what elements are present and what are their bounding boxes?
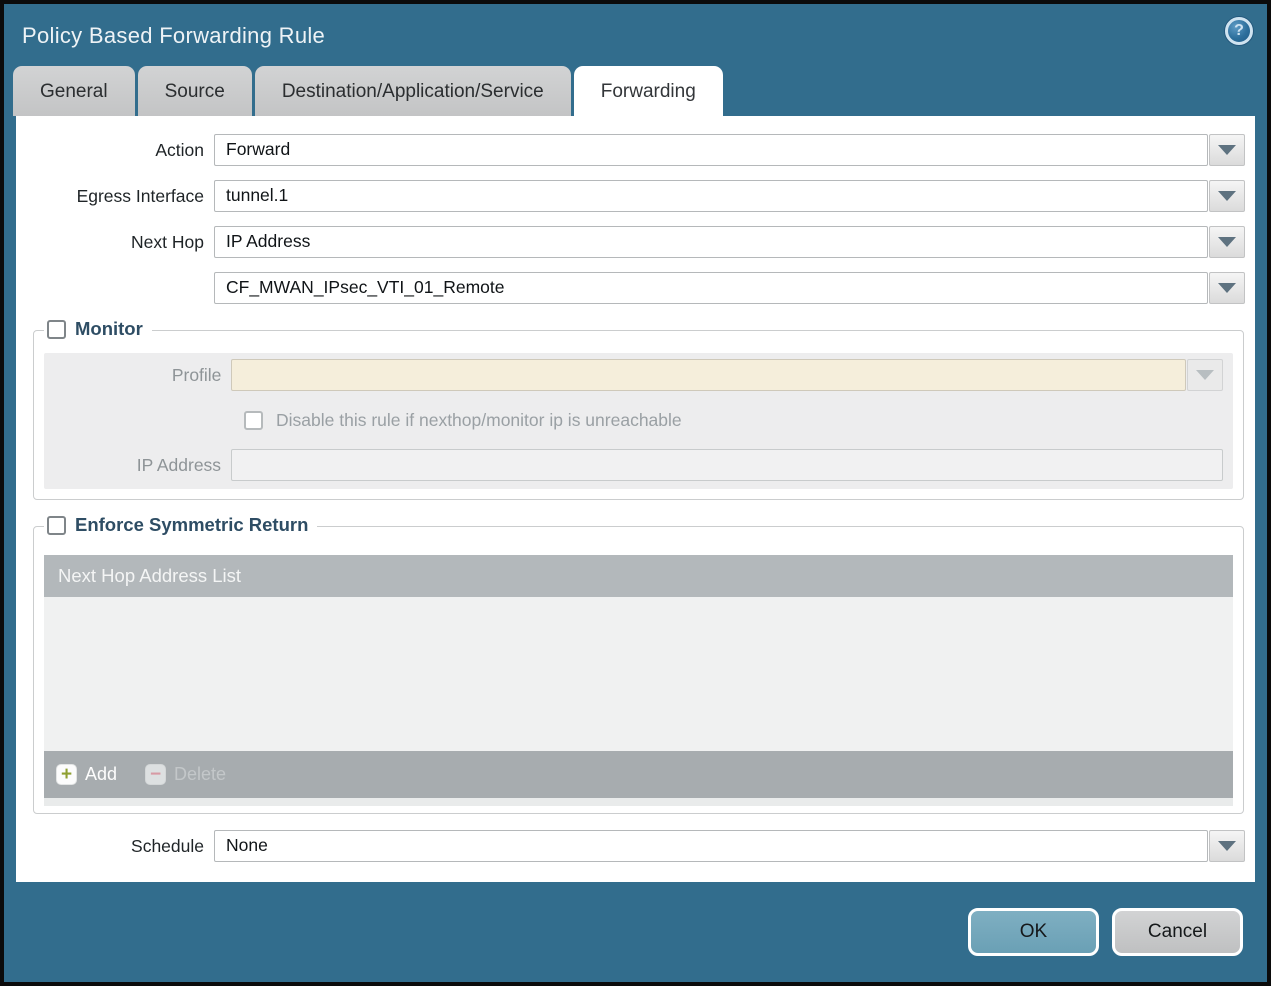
next-hop-type-select[interactable]: IP Address	[214, 226, 1208, 258]
chevron-down-icon	[1218, 191, 1236, 201]
chevron-down-icon	[1218, 283, 1236, 293]
add-button-label: Add	[85, 764, 118, 784]
next-hop-address-list-body[interactable]	[44, 597, 1233, 751]
next-hop-address-row: CF_MWAN_IPsec_VTI_01_Remote	[16, 272, 1255, 304]
monitor-legend-label: Monitor	[75, 318, 143, 339]
delete-minus-icon: −	[145, 764, 167, 785]
schedule-select[interactable]: None	[214, 830, 1208, 862]
egress-interface-select[interactable]: tunnel.1	[214, 180, 1208, 212]
action-dropdown-button[interactable]	[1209, 134, 1245, 166]
disable-rule-checkbox	[244, 410, 263, 430]
chevron-down-icon	[1218, 237, 1236, 247]
table-scrollbar-strip	[44, 798, 1233, 806]
schedule-row: Schedule None	[16, 830, 1255, 862]
next-hop-row: Next Hop IP Address	[16, 226, 1255, 258]
enforce-symmetric-return-group: Enforce Symmetric Return Next Hop Addres…	[33, 514, 1244, 814]
tab-forwarding[interactable]: Forwarding	[573, 66, 723, 116]
disable-rule-label: Disable this rule if nexthop/monitor ip …	[276, 409, 682, 430]
disable-rule-row: Disable this rule if nexthop/monitor ip …	[244, 409, 1223, 431]
add-plus-icon: +	[56, 764, 77, 785]
help-icon[interactable]: ?	[1225, 17, 1253, 45]
monitor-ip-address-input	[231, 449, 1223, 481]
tab-destination-application-service[interactable]: Destination/Application/Service	[254, 66, 571, 116]
next-hop-label: Next Hop	[131, 232, 204, 252]
enforce-legend: Enforce Symmetric Return	[44, 514, 318, 536]
monitor-group: Monitor Profile Disable this rule if nex…	[33, 318, 1244, 500]
monitor-panel: Profile Disable this rule if nexthop/mon…	[44, 353, 1233, 489]
monitor-ip-address-row: IP Address	[44, 449, 1223, 481]
profile-label: Profile	[171, 365, 222, 385]
ok-button[interactable]: OK	[968, 908, 1099, 956]
profile-row: Profile	[44, 359, 1223, 391]
monitor-legend: Monitor	[44, 318, 152, 340]
enforce-legend-label: Enforce Symmetric Return	[75, 514, 309, 535]
dialog-footer: OK Cancel	[4, 882, 1267, 982]
tab-source[interactable]: Source	[137, 66, 252, 116]
chevron-down-icon	[1218, 841, 1236, 851]
action-row: Action Forward	[16, 134, 1255, 166]
dialog-title: Policy Based Forwarding Rule	[22, 23, 326, 48]
egress-interface-row: Egress Interface tunnel.1	[16, 180, 1255, 212]
add-button[interactable]: + Add	[56, 764, 117, 785]
schedule-dropdown-button[interactable]	[1209, 830, 1245, 862]
dialog-titlebar: Policy Based Forwarding Rule ?	[4, 4, 1267, 64]
next-hop-dropdown-button[interactable]	[1209, 226, 1245, 258]
next-hop-address-list-header: Next Hop Address List	[44, 555, 1233, 597]
next-hop-address-select[interactable]: CF_MWAN_IPsec_VTI_01_Remote	[214, 272, 1208, 304]
delete-button: − Delete	[145, 764, 226, 785]
monitor-ip-address-label: IP Address	[136, 455, 222, 475]
delete-button-label: Delete	[174, 764, 227, 784]
forwarding-tab-panel: Action Forward Egress Interface tunnel.1…	[16, 116, 1255, 882]
enforce-symmetric-return-checkbox[interactable]	[47, 515, 66, 535]
chevron-down-icon	[1196, 370, 1214, 380]
egress-interface-label: Egress Interface	[76, 186, 204, 206]
monitor-checkbox[interactable]	[47, 319, 66, 339]
schedule-label: Schedule	[131, 836, 204, 856]
next-hop-address-list-toolbar: + Add − Delete	[44, 751, 1233, 798]
chevron-down-icon	[1218, 145, 1236, 155]
action-label: Action	[155, 140, 204, 160]
profile-dropdown-button	[1187, 359, 1223, 391]
action-select[interactable]: Forward	[214, 134, 1208, 166]
profile-select	[231, 359, 1186, 391]
tab-bar: General Source Destination/Application/S…	[4, 64, 1267, 116]
next-hop-address-dropdown-button[interactable]	[1209, 272, 1245, 304]
next-hop-address-label-spacer	[16, 272, 214, 304]
policy-based-forwarding-dialog: Policy Based Forwarding Rule ? General S…	[0, 0, 1271, 986]
tab-general[interactable]: General	[13, 66, 135, 116]
cancel-button[interactable]: Cancel	[1112, 908, 1243, 956]
egress-interface-dropdown-button[interactable]	[1209, 180, 1245, 212]
